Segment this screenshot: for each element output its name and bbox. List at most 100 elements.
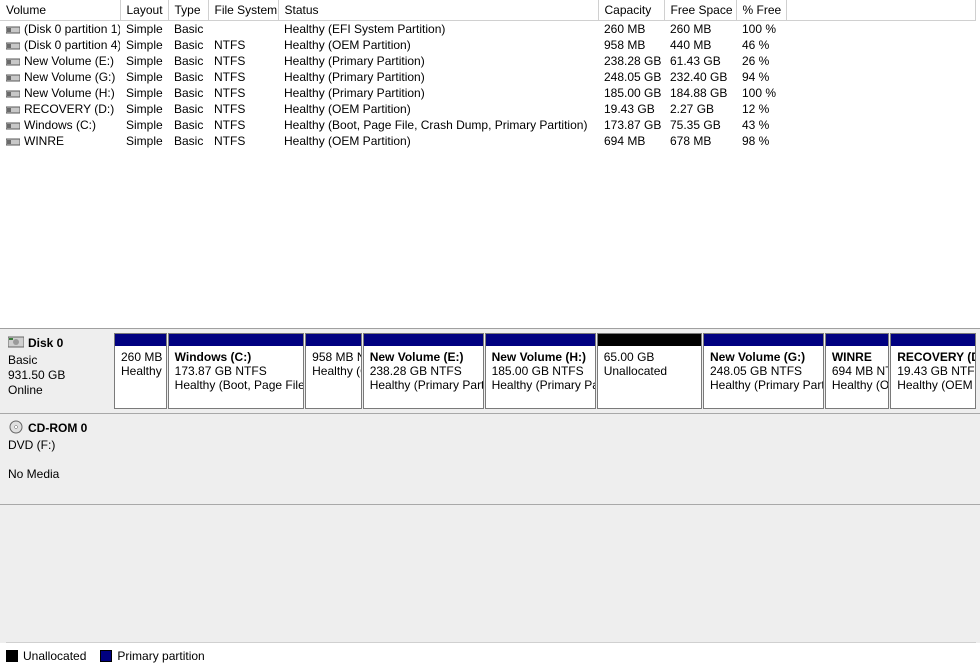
cell-pctfree: 100 % — [736, 21, 786, 38]
col-header-freespace[interactable]: Free Space — [664, 0, 736, 21]
col-header-status[interactable]: Status — [278, 0, 598, 21]
partition-name: New Volume (E:) — [370, 350, 477, 364]
cell-volume: New Volume (E:) — [0, 53, 120, 69]
cell-pctfree: 43 % — [736, 117, 786, 133]
legend-swatch — [100, 650, 112, 662]
partition-status: Healthy (Boot, Page File, Crash Dump, Pr… — [175, 378, 297, 392]
table-row[interactable]: (Disk 0 partition 4)SimpleBasicNTFSHealt… — [0, 37, 976, 53]
volume-icon — [6, 41, 20, 51]
cell-volume: New Volume (H:) — [0, 85, 120, 101]
partition-size: 19.43 GB NTFS — [897, 364, 969, 378]
partition-box[interactable]: RECOVERY (D:)19.43 GB NTFSHealthy (OEM P… — [890, 333, 976, 409]
col-header-volume[interactable]: Volume — [0, 0, 120, 21]
cell-type: Basic — [168, 101, 208, 117]
cell-layout: Simple — [120, 69, 168, 85]
volume-icon — [6, 73, 20, 83]
cell-volume: WINRE — [0, 133, 120, 149]
partition-box[interactable]: 65.00 GBUnallocated — [597, 333, 702, 409]
disk-size: 931.50 GB — [8, 368, 108, 383]
partition-size: 958 MB NTFS — [312, 350, 355, 364]
partition-box[interactable]: 958 MB NTFSHealthy (OEM Partition) — [305, 333, 362, 409]
volume-icon — [6, 121, 20, 131]
disk-header[interactable]: Disk 0Basic931.50 GBOnline — [0, 329, 114, 413]
partition-status: Healthy (OEM Partition) — [312, 364, 355, 378]
partition-status: Healthy (Primary Partition) — [710, 378, 817, 392]
partition-color-bar — [364, 334, 483, 346]
partition-status: Healthy — [121, 364, 160, 378]
table-row[interactable]: New Volume (H:)SimpleBasicNTFSHealthy (P… — [0, 85, 976, 101]
partition-name: Windows (C:) — [175, 350, 297, 364]
partition-color-bar — [115, 334, 166, 346]
disk-partitions: 260 MBHealthyWindows (C:)173.87 GB NTFSH… — [114, 329, 980, 413]
disk-type: DVD (F:) — [8, 438, 108, 453]
cell-type: Basic — [168, 133, 208, 149]
cell-pad — [786, 21, 976, 38]
cell-layout: Simple — [120, 133, 168, 149]
partition-box[interactable]: WINRE694 MB NTFSHealthy (OEM Partition) — [825, 333, 889, 409]
partition-box[interactable]: New Volume (H:)185.00 GB NTFSHealthy (Pr… — [485, 333, 596, 409]
cell-layout: Simple — [120, 85, 168, 101]
disk-empty-body — [114, 414, 980, 504]
volume-table[interactable]: Volume Layout Type File System Status Ca… — [0, 0, 976, 149]
partition-size: 65.00 GB — [604, 350, 695, 364]
cell-status: Healthy (OEM Partition) — [278, 37, 598, 53]
partition-color-bar — [826, 334, 888, 346]
cell-type: Basic — [168, 117, 208, 133]
legend: UnallocatedPrimary partition — [6, 642, 976, 666]
cell-pctfree: 100 % — [736, 85, 786, 101]
col-header-layout[interactable]: Layout — [120, 0, 168, 21]
cell-freespace: 61.43 GB — [664, 53, 736, 69]
col-header-pad — [786, 0, 976, 21]
table-row[interactable]: RECOVERY (D:)SimpleBasicNTFSHealthy (OEM… — [0, 101, 976, 117]
table-row[interactable]: New Volume (G:)SimpleBasicNTFSHealthy (P… — [0, 69, 976, 85]
partition-box[interactable]: 260 MBHealthy — [114, 333, 167, 409]
cell-freespace: 2.27 GB — [664, 101, 736, 117]
partition-size: 248.05 GB NTFS — [710, 364, 817, 378]
cell-freespace: 75.35 GB — [664, 117, 736, 133]
table-row[interactable]: New Volume (E:)SimpleBasicNTFSHealthy (P… — [0, 53, 976, 69]
table-row[interactable]: WINRESimpleBasicNTFSHealthy (OEM Partiti… — [0, 133, 976, 149]
volume-icon — [6, 57, 20, 67]
partition-text: New Volume (E:)238.28 GB NTFSHealthy (Pr… — [364, 346, 483, 398]
partition-status: Healthy (OEM Partition) — [832, 378, 882, 392]
col-header-pctfree[interactable]: % Free — [736, 0, 786, 21]
cell-type: Basic — [168, 53, 208, 69]
cell-volume: New Volume (G:) — [0, 69, 120, 85]
partition-text: Windows (C:)173.87 GB NTFSHealthy (Boot,… — [169, 346, 303, 398]
cell-pad — [786, 37, 976, 53]
cell-freespace: 232.40 GB — [664, 69, 736, 85]
partition-box[interactable]: New Volume (G:)248.05 GB NTFSHealthy (Pr… — [703, 333, 824, 409]
partition-name: RECOVERY (D:) — [897, 350, 969, 364]
disk-row-disk0: Disk 0Basic931.50 GBOnline260 MBHealthyW… — [0, 329, 980, 414]
cell-capacity: 238.28 GB — [598, 53, 664, 69]
partition-color-bar — [598, 334, 701, 346]
disk-management-window: Volume Layout Type File System Status Ca… — [0, 0, 980, 670]
disk-header[interactable]: CD-ROM 0DVD (F:)No Media — [0, 414, 114, 504]
cell-layout: Simple — [120, 21, 168, 38]
partition-name: New Volume (H:) — [492, 350, 589, 364]
cell-pctfree: 12 % — [736, 101, 786, 117]
disk-icon — [8, 335, 24, 353]
disk-state: Online — [8, 383, 108, 398]
cell-type: Basic — [168, 69, 208, 85]
col-header-capacity[interactable]: Capacity — [598, 0, 664, 21]
volume-icon — [6, 137, 20, 147]
partition-box[interactable]: New Volume (E:)238.28 GB NTFSHealthy (Pr… — [363, 333, 484, 409]
disk-title: Disk 0 — [28, 336, 63, 350]
cell-volume: Windows (C:) — [0, 117, 120, 133]
col-header-type[interactable]: Type — [168, 0, 208, 21]
partition-size: 185.00 GB NTFS — [492, 364, 589, 378]
partition-color-bar — [704, 334, 823, 346]
cell-layout: Simple — [120, 101, 168, 117]
cell-capacity: 260 MB — [598, 21, 664, 38]
cell-freespace: 260 MB — [664, 21, 736, 38]
table-row[interactable]: (Disk 0 partition 1)SimpleBasicHealthy (… — [0, 21, 976, 38]
table-row[interactable]: Windows (C:)SimpleBasicNTFSHealthy (Boot… — [0, 117, 976, 133]
legend-label: Primary partition — [117, 649, 204, 663]
cell-pctfree: 94 % — [736, 69, 786, 85]
partition-box[interactable]: Windows (C:)173.87 GB NTFSHealthy (Boot,… — [168, 333, 304, 409]
partition-color-bar — [486, 334, 595, 346]
volume-list-pane: Volume Layout Type File System Status Ca… — [0, 0, 980, 329]
cell-pctfree: 46 % — [736, 37, 786, 53]
col-header-filesystem[interactable]: File System — [208, 0, 278, 21]
